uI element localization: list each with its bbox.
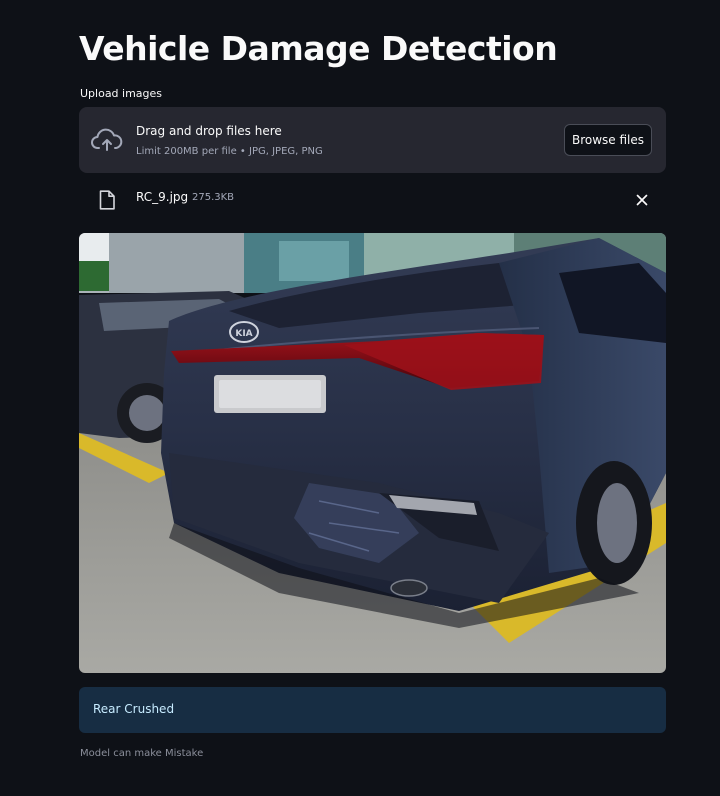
- uploaded-file-row: RC_9.jpg 275.3KB: [79, 183, 666, 217]
- disclaimer-caption: Model can make Mistake: [80, 748, 204, 759]
- prediction-label: Rear Crushed: [93, 702, 175, 716]
- upload-label: Upload images: [80, 87, 163, 100]
- file-dropzone[interactable]: Drag and drop files here Limit 200MB per…: [79, 107, 666, 173]
- file-size: 275.3KB: [192, 192, 235, 203]
- close-icon: [636, 194, 648, 206]
- cloud-upload-icon: [91, 128, 123, 151]
- file-icon: [99, 190, 115, 210]
- dropzone-title: Drag and drop files here: [136, 124, 282, 138]
- uploaded-image: KIA: [79, 233, 666, 673]
- dropzone-limit-text: Limit 200MB per file • JPG, JPEG, PNG: [136, 146, 323, 157]
- car-photo: KIA: [79, 233, 666, 673]
- file-name: RC_9.jpg: [136, 190, 189, 204]
- app-root: Vehicle Damage Detection Upload images D…: [0, 0, 720, 796]
- browse-files-button[interactable]: Browse files: [564, 124, 652, 156]
- car-brand-logo: KIA: [235, 329, 252, 339]
- prediction-result-box: Rear Crushed: [79, 687, 666, 733]
- page-title: Vehicle Damage Detection: [79, 29, 558, 68]
- remove-file-button[interactable]: [631, 189, 653, 211]
